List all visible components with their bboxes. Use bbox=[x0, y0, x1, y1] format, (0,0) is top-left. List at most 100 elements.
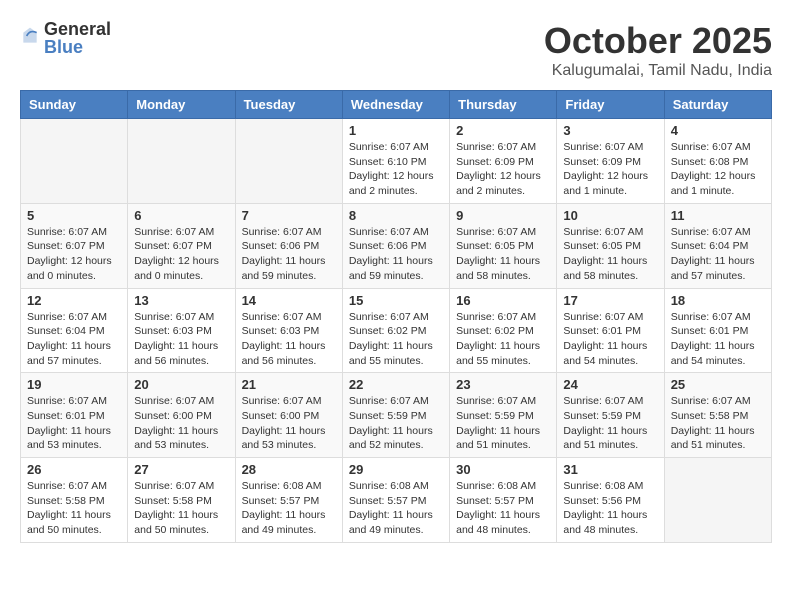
day-info: Sunrise: 6:08 AM Sunset: 5:57 PM Dayligh… bbox=[456, 479, 550, 538]
day-number: 14 bbox=[242, 293, 336, 308]
day-info: Sunrise: 6:07 AM Sunset: 5:58 PM Dayligh… bbox=[134, 479, 228, 538]
day-cell: 31 Sunrise: 6:08 AM Sunset: 5:56 PM Dayli… bbox=[557, 458, 664, 543]
day-number: 16 bbox=[456, 293, 550, 308]
day-cell: 5 Sunrise: 6:07 AM Sunset: 6:07 PM Daylig… bbox=[21, 203, 128, 288]
day-info: Sunrise: 6:08 AM Sunset: 5:57 PM Dayligh… bbox=[242, 479, 336, 538]
weekday-header-wednesday: Wednesday bbox=[342, 91, 449, 119]
day-number: 24 bbox=[563, 377, 657, 392]
logo-blue-text: Blue bbox=[44, 38, 111, 56]
day-number: 7 bbox=[242, 208, 336, 223]
day-number: 15 bbox=[349, 293, 443, 308]
day-cell: 17 Sunrise: 6:07 AM Sunset: 6:01 PM Dayli… bbox=[557, 288, 664, 373]
logo-general-text: General bbox=[44, 20, 111, 38]
day-info: Sunrise: 6:07 AM Sunset: 5:58 PM Dayligh… bbox=[671, 394, 765, 453]
day-number: 28 bbox=[242, 462, 336, 477]
day-info: Sunrise: 6:07 AM Sunset: 6:04 PM Dayligh… bbox=[27, 310, 121, 369]
day-number: 10 bbox=[563, 208, 657, 223]
day-info: Sunrise: 6:07 AM Sunset: 6:04 PM Dayligh… bbox=[671, 225, 765, 284]
day-number: 31 bbox=[563, 462, 657, 477]
day-cell: 23Sunrise: 6:07 AM Sunset: 5:59 PM Dayli… bbox=[450, 373, 557, 458]
day-info: Sunrise: 6:07 AM Sunset: 6:06 PM Dayligh… bbox=[242, 225, 336, 284]
day-number: 25 bbox=[671, 377, 765, 392]
day-info: Sunrise: 6:07 AM Sunset: 6:10 PM Dayligh… bbox=[349, 140, 443, 199]
day-cell bbox=[664, 458, 771, 543]
day-number: 13 bbox=[134, 293, 228, 308]
day-number: 9 bbox=[456, 208, 550, 223]
logo-icon bbox=[20, 26, 40, 46]
week-row-2: 5 Sunrise: 6:07 AM Sunset: 6:07 PM Daylig… bbox=[21, 203, 772, 288]
day-cell: 15 Sunrise: 6:07 AM Sunset: 6:02 PM Dayli… bbox=[342, 288, 449, 373]
day-number: 18 bbox=[671, 293, 765, 308]
page-header: General Blue October 2025 Kalugumalai, T… bbox=[20, 20, 772, 80]
day-cell: 1 Sunrise: 6:07 AM Sunset: 6:10 PM Daylig… bbox=[342, 119, 449, 204]
day-cell bbox=[21, 119, 128, 204]
day-info: Sunrise: 6:07 AM Sunset: 6:01 PM Dayligh… bbox=[563, 310, 657, 369]
day-cell: 20Sunrise: 6:07 AM Sunset: 6:00 PM Dayli… bbox=[128, 373, 235, 458]
day-info: Sunrise: 6:07 AM Sunset: 6:03 PM Dayligh… bbox=[242, 310, 336, 369]
weekday-header-saturday: Saturday bbox=[664, 91, 771, 119]
day-info: Sunrise: 6:07 AM Sunset: 6:01 PM Dayligh… bbox=[27, 394, 121, 453]
day-cell bbox=[128, 119, 235, 204]
day-info: Sunrise: 6:07 AM Sunset: 5:59 PM Dayligh… bbox=[456, 394, 550, 453]
day-cell: 24Sunrise: 6:07 AM Sunset: 5:59 PM Dayli… bbox=[557, 373, 664, 458]
day-cell: 4 Sunrise: 6:07 AM Sunset: 6:08 PM Daylig… bbox=[664, 119, 771, 204]
week-row-1: 1 Sunrise: 6:07 AM Sunset: 6:10 PM Daylig… bbox=[21, 119, 772, 204]
day-cell: 22Sunrise: 6:07 AM Sunset: 5:59 PM Dayli… bbox=[342, 373, 449, 458]
day-cell: 30 Sunrise: 6:08 AM Sunset: 5:57 PM Dayli… bbox=[450, 458, 557, 543]
day-number: 22 bbox=[349, 377, 443, 392]
day-cell: 9 Sunrise: 6:07 AM Sunset: 6:05 PM Daylig… bbox=[450, 203, 557, 288]
week-row-5: 26Sunrise: 6:07 AM Sunset: 5:58 PM Dayli… bbox=[21, 458, 772, 543]
day-number: 29 bbox=[349, 462, 443, 477]
day-info: Sunrise: 6:08 AM Sunset: 5:56 PM Dayligh… bbox=[563, 479, 657, 538]
day-number: 30 bbox=[456, 462, 550, 477]
logo: General Blue bbox=[20, 20, 111, 56]
day-info: Sunrise: 6:07 AM Sunset: 6:03 PM Dayligh… bbox=[134, 310, 228, 369]
day-cell: 19 Sunrise: 6:07 AM Sunset: 6:01 PM Dayli… bbox=[21, 373, 128, 458]
day-cell: 28 Sunrise: 6:08 AM Sunset: 5:57 PM Dayli… bbox=[235, 458, 342, 543]
title-section: October 2025 Kalugumalai, Tamil Nadu, In… bbox=[544, 20, 772, 80]
day-cell: 12 Sunrise: 6:07 AM Sunset: 6:04 PM Dayli… bbox=[21, 288, 128, 373]
day-cell: 3Sunrise: 6:07 AM Sunset: 6:09 PM Daylig… bbox=[557, 119, 664, 204]
day-number: 3 bbox=[563, 123, 657, 138]
day-cell bbox=[235, 119, 342, 204]
day-info: Sunrise: 6:07 AM Sunset: 6:07 PM Dayligh… bbox=[134, 225, 228, 284]
day-cell: 18Sunrise: 6:07 AM Sunset: 6:01 PM Dayli… bbox=[664, 288, 771, 373]
day-info: Sunrise: 6:07 AM Sunset: 6:02 PM Dayligh… bbox=[349, 310, 443, 369]
day-number: 19 bbox=[27, 377, 121, 392]
day-number: 1 bbox=[349, 123, 443, 138]
day-number: 6 bbox=[134, 208, 228, 223]
day-cell: 13 Sunrise: 6:07 AM Sunset: 6:03 PM Dayli… bbox=[128, 288, 235, 373]
day-cell: 27Sunrise: 6:07 AM Sunset: 5:58 PM Dayli… bbox=[128, 458, 235, 543]
day-info: Sunrise: 6:07 AM Sunset: 6:08 PM Dayligh… bbox=[671, 140, 765, 199]
day-info: Sunrise: 6:08 AM Sunset: 5:57 PM Dayligh… bbox=[349, 479, 443, 538]
day-number: 5 bbox=[27, 208, 121, 223]
weekday-header-tuesday: Tuesday bbox=[235, 91, 342, 119]
day-info: Sunrise: 6:07 AM Sunset: 6:05 PM Dayligh… bbox=[456, 225, 550, 284]
month-title: October 2025 bbox=[544, 20, 772, 62]
day-cell: 6 Sunrise: 6:07 AM Sunset: 6:07 PM Daylig… bbox=[128, 203, 235, 288]
weekday-header-sunday: Sunday bbox=[21, 91, 128, 119]
day-cell: 14 Sunrise: 6:07 AM Sunset: 6:03 PM Dayli… bbox=[235, 288, 342, 373]
location-title: Kalugumalai, Tamil Nadu, India bbox=[544, 62, 772, 80]
day-number: 11 bbox=[671, 208, 765, 223]
day-number: 8 bbox=[349, 208, 443, 223]
day-info: Sunrise: 6:07 AM Sunset: 6:06 PM Dayligh… bbox=[349, 225, 443, 284]
week-row-4: 19 Sunrise: 6:07 AM Sunset: 6:01 PM Dayli… bbox=[21, 373, 772, 458]
day-number: 17 bbox=[563, 293, 657, 308]
calendar-table: SundayMondayTuesdayWednesdayThursdayFrid… bbox=[20, 90, 772, 543]
day-info: Sunrise: 6:07 AM Sunset: 6:02 PM Dayligh… bbox=[456, 310, 550, 369]
day-number: 12 bbox=[27, 293, 121, 308]
day-cell: 16 Sunrise: 6:07 AM Sunset: 6:02 PM Dayli… bbox=[450, 288, 557, 373]
day-cell: 10Sunrise: 6:07 AM Sunset: 6:05 PM Dayli… bbox=[557, 203, 664, 288]
day-cell: 11 Sunrise: 6:07 AM Sunset: 6:04 PM Dayli… bbox=[664, 203, 771, 288]
day-cell: 8 Sunrise: 6:07 AM Sunset: 6:06 PM Daylig… bbox=[342, 203, 449, 288]
day-number: 21 bbox=[242, 377, 336, 392]
weekday-header-row: SundayMondayTuesdayWednesdayThursdayFrid… bbox=[21, 91, 772, 119]
weekday-header-monday: Monday bbox=[128, 91, 235, 119]
day-number: 2 bbox=[456, 123, 550, 138]
day-number: 4 bbox=[671, 123, 765, 138]
day-info: Sunrise: 6:07 AM Sunset: 6:09 PM Dayligh… bbox=[456, 140, 550, 199]
day-cell: 7 Sunrise: 6:07 AM Sunset: 6:06 PM Daylig… bbox=[235, 203, 342, 288]
day-info: Sunrise: 6:07 AM Sunset: 6:07 PM Dayligh… bbox=[27, 225, 121, 284]
week-row-3: 12 Sunrise: 6:07 AM Sunset: 6:04 PM Dayli… bbox=[21, 288, 772, 373]
